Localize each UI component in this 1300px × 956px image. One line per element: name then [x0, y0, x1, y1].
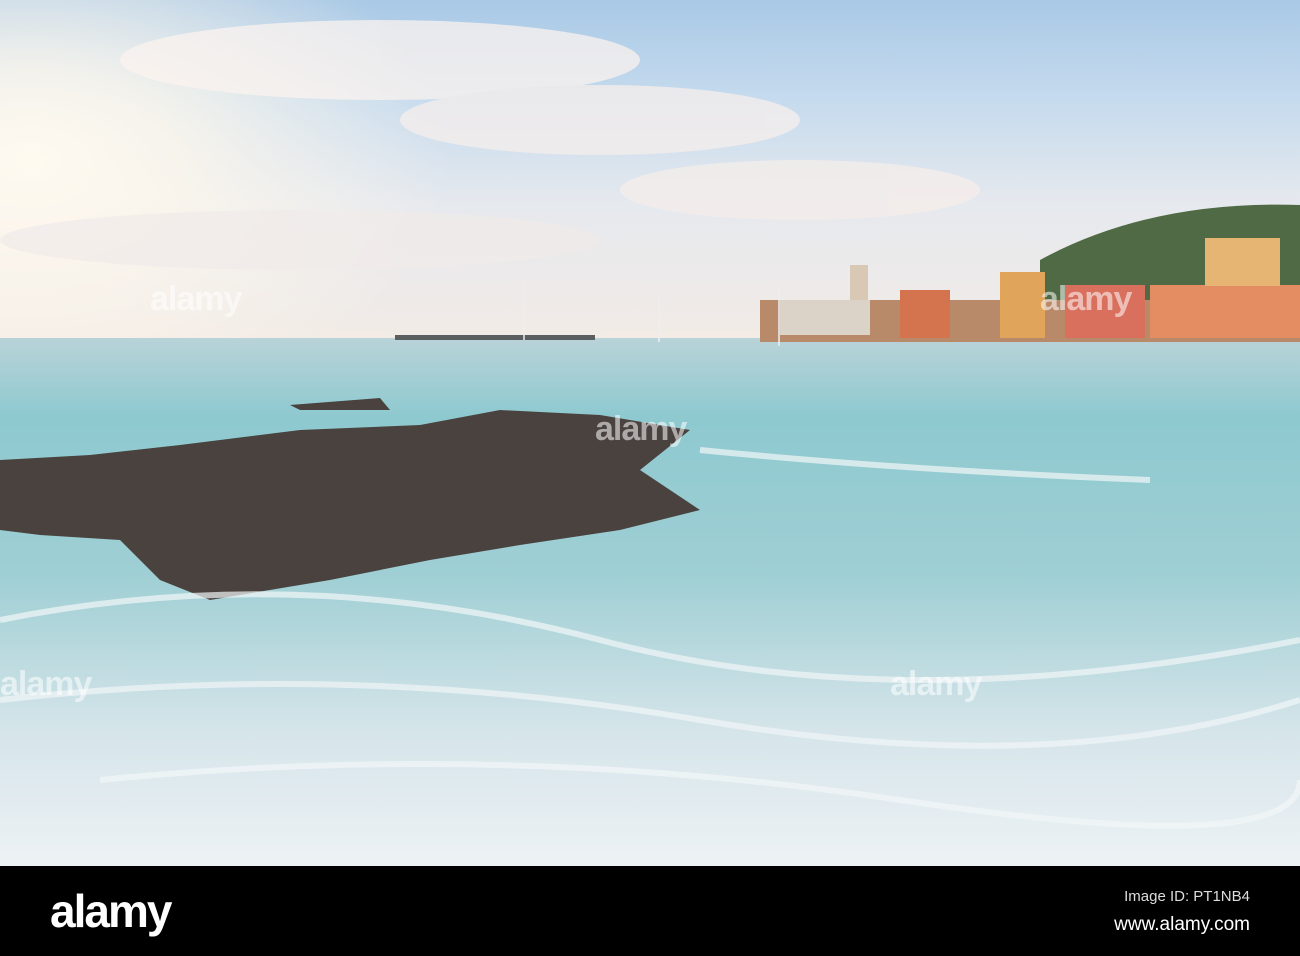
watermark: alamy	[150, 280, 242, 318]
stock-photo: alamy alamy alamy alamy alamy	[0, 0, 1300, 866]
alamy-logo: alamy	[50, 885, 172, 937]
watermark: alamy	[0, 665, 92, 703]
watermark: alamy	[595, 410, 687, 448]
footer-bar: alamy Image ID: PT1NB4 www.alamy.com	[0, 866, 1300, 956]
watermark: alamy	[890, 665, 982, 703]
image-id: Image ID: PT1NB4	[1124, 888, 1250, 905]
watermark: alamy	[1040, 280, 1132, 318]
clouds	[0, 20, 980, 270]
site-url: www.alamy.com	[1114, 914, 1250, 935]
